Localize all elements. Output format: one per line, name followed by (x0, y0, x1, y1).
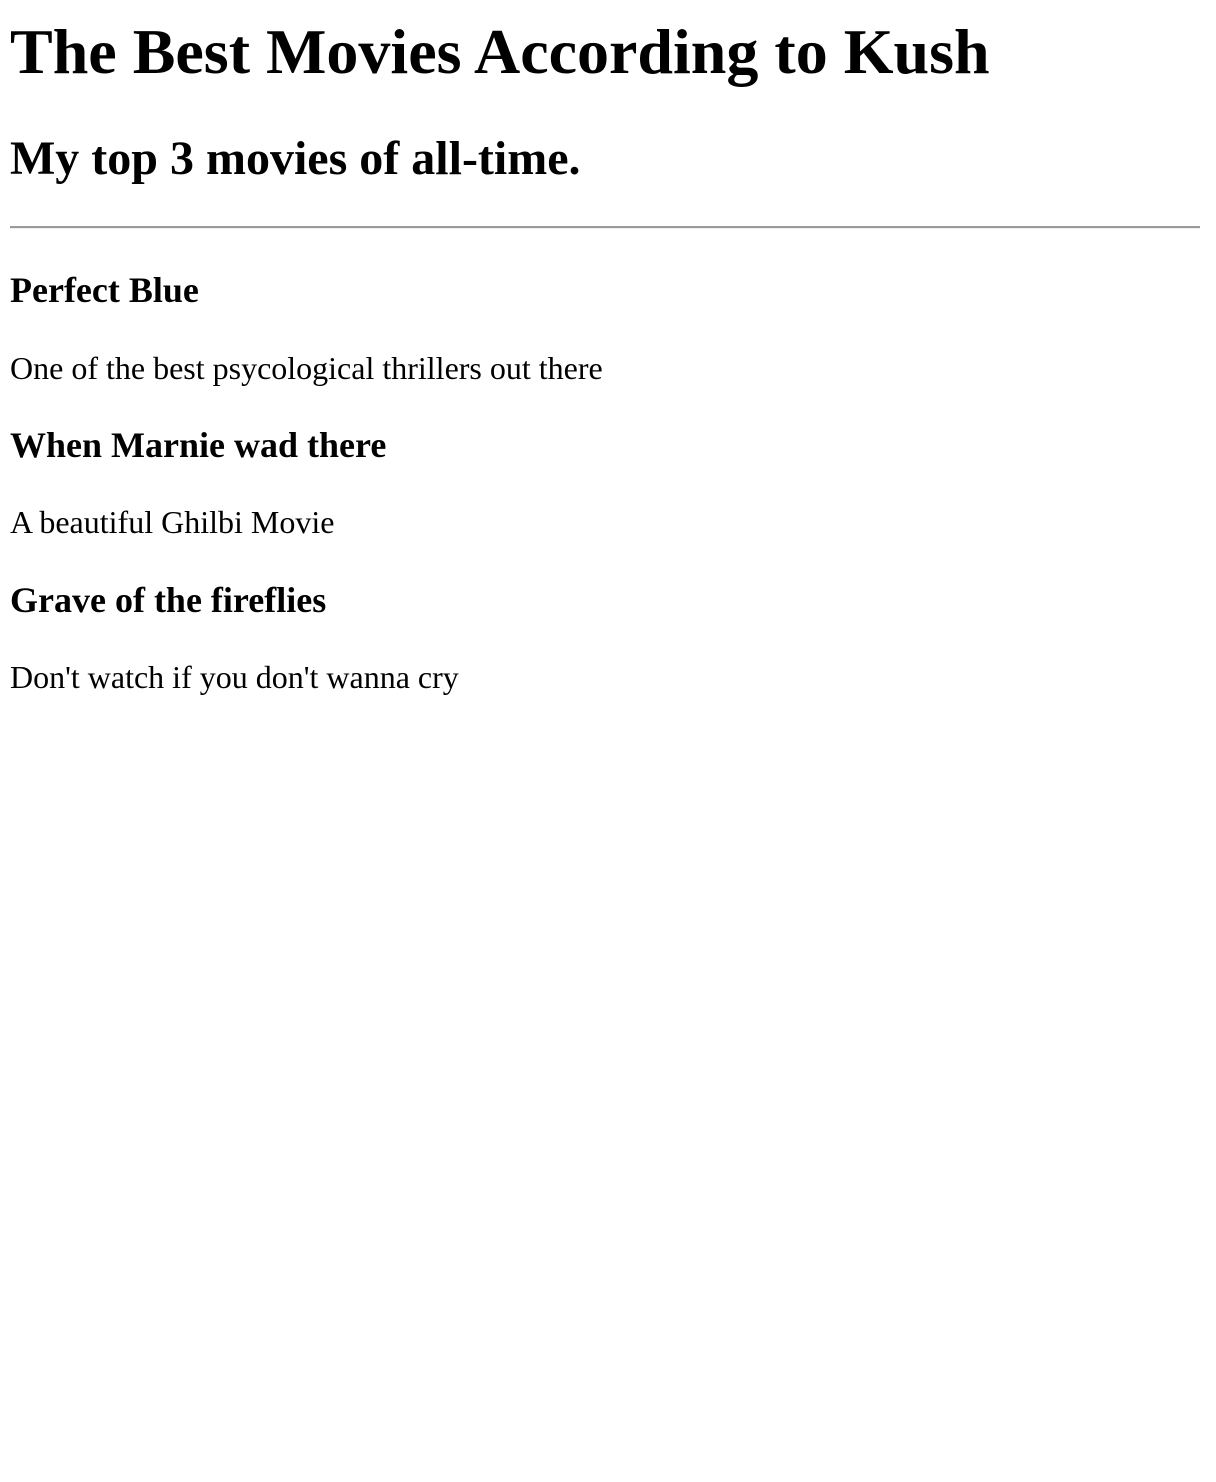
movie-title-perfect-blue: Perfect Blue (10, 270, 199, 310)
movie-description-perfect-blue: One of the best psycological thrillers o… (10, 350, 603, 386)
movie-title-when-marnie-was-there: When Marnie wad there (10, 425, 387, 465)
movie-description-when-marnie-was-there: A beautiful Ghilbi Movie (10, 504, 335, 540)
movie-title-grave-of-the-fireflies: Grave of the fireflies (10, 580, 327, 620)
movie-description-grave-of-the-fireflies: Don't watch if you don't wanna cry (10, 659, 459, 695)
page-subtitle: My top 3 movies of all-time. (10, 132, 581, 185)
horizontal-divider (10, 226, 1200, 229)
page-title: The Best Movies According to Kush (10, 16, 990, 87)
